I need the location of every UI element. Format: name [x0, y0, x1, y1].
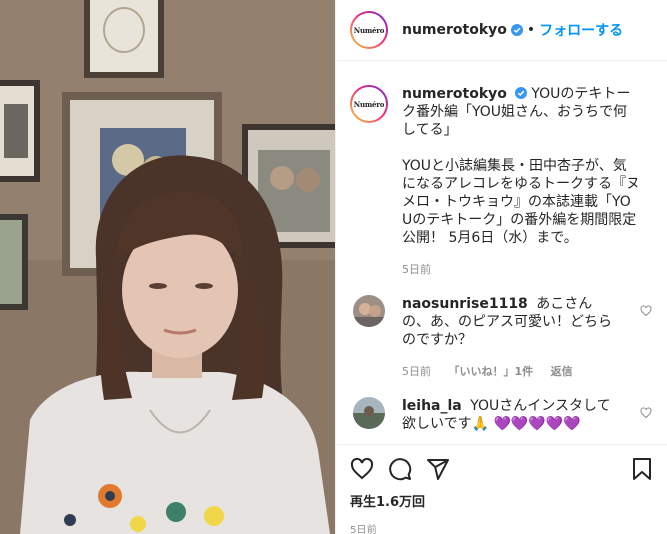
video-frame-illustration — [0, 0, 335, 534]
bookmark-icon[interactable] — [630, 457, 654, 481]
caption-time[interactable]: 5日前 — [402, 263, 431, 276]
caption-text: YOUのテキトーク番外編「YOU姐さん、おうちで何してる」 YOUと小誌編集長・… — [402, 86, 640, 246]
verified-badge-icon — [514, 87, 527, 99]
profile-avatar[interactable]: Numéro — [350, 11, 388, 49]
comment-username[interactable]: leiha_la — [402, 398, 462, 414]
reply-button[interactable]: 返信 — [551, 365, 573, 378]
post-date[interactable]: 5日前 — [350, 521, 654, 534]
view-count[interactable]: 再生1.6万回 — [350, 491, 654, 510]
numero-logo: Numéro — [353, 25, 385, 35]
comment-username[interactable]: naosunrise1118 — [402, 296, 528, 312]
follow-button[interactable]: フォローする — [539, 20, 623, 40]
comment-emoji-hearts: 💜💜💜💜💜 — [493, 416, 581, 432]
heart-icon[interactable] — [350, 457, 374, 481]
like-comment-heart-icon[interactable] — [640, 305, 652, 317]
caption-avatar[interactable]: Numéro — [350, 85, 388, 123]
commenter-avatar[interactable] — [353, 397, 385, 429]
comment-icon[interactable] — [388, 457, 412, 481]
commenter-avatar[interactable] — [353, 295, 385, 327]
separator-dot: • — [526, 22, 536, 38]
post-video[interactable] — [0, 0, 335, 534]
post-caption: Numéro numerotokyo YOUのテキトーク番外編「YOU姐さん、お… — [350, 85, 652, 279]
comments-list[interactable]: Numéro numerotokyo YOUのテキトーク番外編「YOU姐さん、お… — [336, 61, 667, 444]
post-actions: 再生1.6万回 5日前 — [336, 444, 667, 534]
post-header: Numéro numerotokyo • フォローする — [336, 0, 667, 61]
caption-username[interactable]: numerotokyo — [402, 86, 507, 102]
post-detail-panel: Numéro numerotokyo • フォローする Numéro numer… — [335, 0, 667, 534]
like-comment-heart-icon[interactable] — [640, 407, 652, 419]
username-link[interactable]: numerotokyo — [402, 22, 507, 38]
share-icon[interactable] — [426, 457, 450, 481]
verified-badge-icon — [510, 24, 523, 36]
comment-time[interactable]: 5日前 — [402, 365, 431, 378]
comment-likes[interactable]: 「いいね！」1件 — [449, 365, 534, 378]
comment-item: naosunrise1118 あこさんの、あ、のピアス可愛い！どちらのですか？ … — [350, 295, 652, 381]
numero-logo: Numéro — [353, 99, 385, 109]
comment-item: leiha_la YOUさんインスタして欲しいです🙏 💜💜💜💜💜 — [350, 397, 652, 433]
